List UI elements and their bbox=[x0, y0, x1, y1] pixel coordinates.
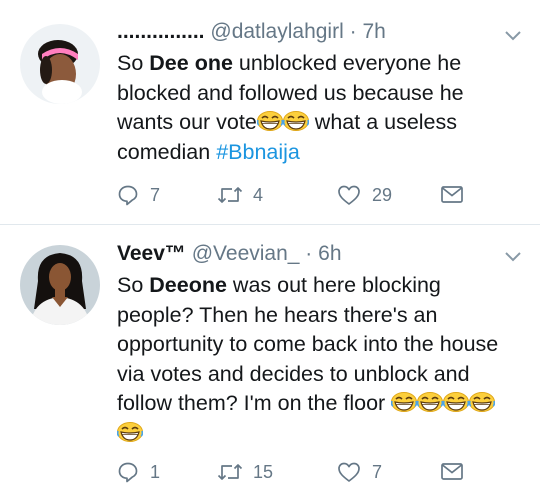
tweet[interactable]: ............... @datlaylahgirl · 7h So D… bbox=[0, 0, 540, 225]
laughing-emoji bbox=[469, 392, 495, 412]
separator: · bbox=[299, 242, 319, 265]
laughing-emoji bbox=[257, 111, 283, 131]
message-button[interactable] bbox=[440, 462, 464, 482]
retweet-button[interactable]: 15 bbox=[217, 462, 337, 483]
display-name[interactable]: Veev™ bbox=[117, 242, 186, 265]
reply-button[interactable]: 1 bbox=[117, 461, 217, 483]
tweet-text: So Deeone was out here blocking people? … bbox=[117, 271, 510, 448]
mention-bold: Dee one bbox=[149, 51, 233, 75]
like-icon bbox=[338, 462, 360, 482]
retweet-icon bbox=[217, 187, 243, 203]
laughing-emoji bbox=[417, 392, 443, 412]
laughing-emoji bbox=[283, 111, 309, 131]
tweet-text: So Dee one unblocked everyone he blocked… bbox=[117, 51, 464, 164]
mention-bold: Deeone bbox=[149, 273, 227, 297]
like-icon bbox=[338, 185, 360, 205]
laughing-emoji bbox=[117, 422, 143, 442]
retweet-count: 15 bbox=[253, 461, 274, 482]
display-name[interactable]: ............... bbox=[117, 20, 205, 43]
tweet[interactable]: Veev™ @Veevian_ · 6h So Deeone was out h… bbox=[0, 225, 540, 503]
tweet-header: Veev™ @Veevian_ · 6h bbox=[117, 242, 510, 266]
like-count: 29 bbox=[372, 184, 393, 205]
like-button[interactable]: 29 bbox=[337, 184, 440, 206]
avatar[interactable] bbox=[20, 245, 100, 325]
timestamp[interactable]: 6h bbox=[318, 242, 341, 265]
avatar[interactable] bbox=[20, 24, 100, 104]
like-button[interactable]: 7 bbox=[337, 461, 440, 483]
reply-count: 1 bbox=[150, 461, 161, 482]
reply-icon bbox=[118, 462, 138, 483]
hashtag-link[interactable]: #Bbnaija bbox=[216, 140, 300, 164]
timestamp[interactable]: 7h bbox=[362, 20, 385, 43]
message-icon bbox=[441, 463, 463, 480]
separator: · bbox=[343, 20, 363, 43]
tweet-content: Veev™ @Veevian_ · 6h So Deeone was out h… bbox=[117, 242, 510, 448]
message-icon bbox=[441, 186, 463, 203]
retweet-button[interactable]: 4 bbox=[217, 185, 337, 206]
reply-count: 7 bbox=[150, 184, 161, 205]
reply-icon bbox=[118, 185, 138, 206]
tweet-actions: 7 4 29 bbox=[117, 184, 464, 206]
handle[interactable]: @datlaylahgirl bbox=[210, 20, 343, 43]
reply-button[interactable]: 7 bbox=[117, 184, 217, 206]
retweet-icon bbox=[217, 464, 243, 480]
handle[interactable]: @Veevian_ bbox=[192, 242, 300, 265]
retweet-count: 4 bbox=[253, 184, 264, 205]
laughing-emoji bbox=[391, 392, 417, 412]
tweet-actions: 1 15 7 bbox=[117, 461, 464, 483]
like-count: 7 bbox=[372, 461, 383, 482]
tweet-header: ............... @datlaylahgirl · 7h bbox=[117, 20, 510, 44]
message-button[interactable] bbox=[440, 185, 464, 205]
tweet-content: ............... @datlaylahgirl · 7h So D… bbox=[117, 20, 510, 167]
laughing-emoji bbox=[443, 392, 469, 412]
